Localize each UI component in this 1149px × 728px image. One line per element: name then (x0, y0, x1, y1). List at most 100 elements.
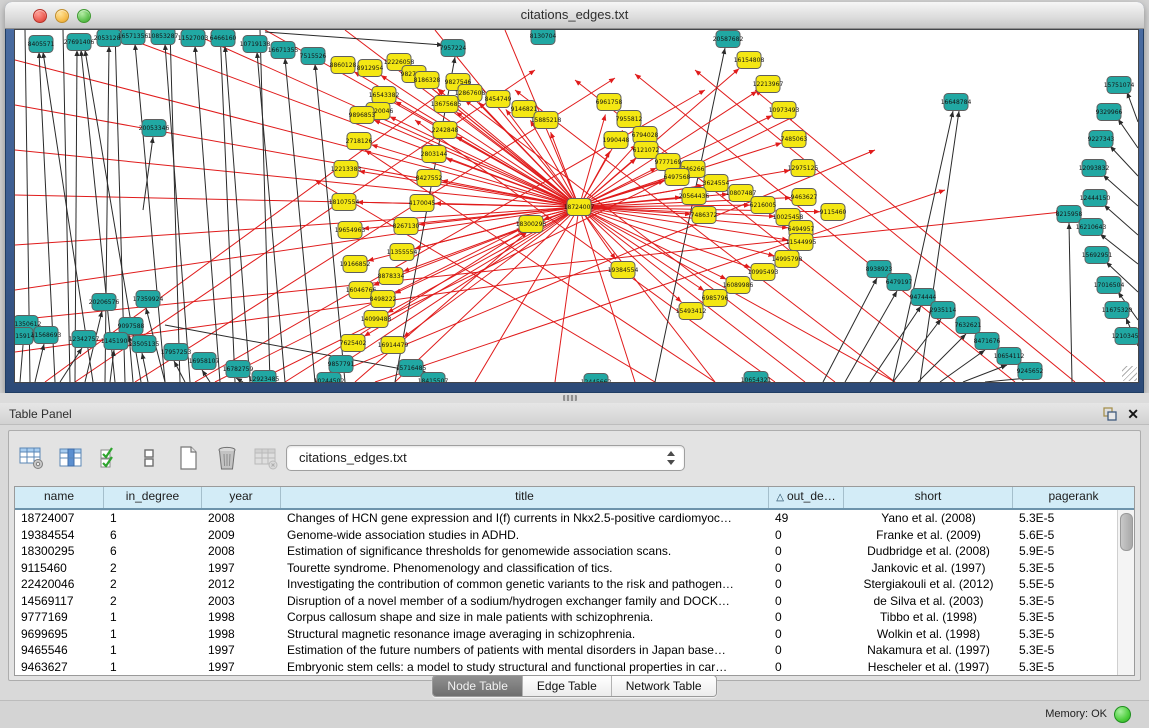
cell[interactable]: Yano et al. (2008) (844, 510, 1013, 527)
cell[interactable]: Tibbo et al. (1998) (844, 609, 1013, 626)
column-header-short[interactable]: short (844, 487, 1013, 508)
cell[interactable]: 6 (104, 527, 202, 544)
cell[interactable]: Franke et al. (2009) (844, 527, 1013, 544)
table-column-button[interactable] (56, 443, 86, 473)
cell[interactable]: 2008 (202, 510, 281, 527)
tab-edge-table[interactable]: Edge Table (523, 676, 612, 696)
column-header-pagerank[interactable]: pagerank (1013, 487, 1134, 508)
graph-node-paper[interactable]: 3624554 (703, 175, 730, 192)
graph-node-cited[interactable]: 10853287 (148, 30, 179, 45)
graph-node-paper[interactable]: 18300295 (516, 216, 547, 233)
table-row[interactable]: 1456911722003Disruption of a novel membe… (15, 593, 1118, 610)
graph-node-cited[interactable]: 16958107 (189, 353, 220, 370)
cell[interactable]: 0 (769, 560, 844, 577)
cell[interactable]: Estimation of significance thresholds fo… (281, 543, 769, 560)
graph-node-paper[interactable]: 10995493 (748, 264, 779, 281)
graph-node-paper[interactable]: 9115460 (820, 204, 847, 221)
graph-node-paper[interactable]: 16154808 (734, 52, 765, 69)
graph-node-paper[interactable]: 11355554 (387, 244, 418, 261)
network-window[interactable]: citations_edges.txt 18724007886012889129… (5, 2, 1144, 393)
graph-node-cited[interactable]: 13505135 (129, 336, 160, 353)
graph-node-paper[interactable]: 6985796 (702, 290, 729, 307)
table-row[interactable]: 2242004622012Investigating the contribut… (15, 576, 1118, 593)
graph-node-cited[interactable]: 8471676 (974, 333, 1001, 350)
cell[interactable]: 5.3E-5 (1013, 593, 1118, 610)
cell[interactable]: 0 (769, 527, 844, 544)
cell[interactable]: 1998 (202, 609, 281, 626)
cell[interactable]: 2 (104, 593, 202, 610)
table-row[interactable]: 1938455462009Genome-wide association stu… (15, 527, 1118, 544)
graph-node-cited[interactable]: 15751074 (1104, 77, 1135, 94)
cell[interactable]: Hescheler et al. (1997) (844, 659, 1013, 676)
cell[interactable]: 2008 (202, 543, 281, 560)
rows-button[interactable] (134, 443, 164, 473)
cell[interactable]: 0 (769, 642, 844, 659)
panel-splitter[interactable] (0, 393, 1149, 403)
graph-node-paper[interactable]: 19654963 (335, 222, 366, 239)
column-header-in_degree[interactable]: in_degree (104, 487, 202, 508)
graph-node-paper[interactable]: 12975125 (788, 160, 819, 177)
tab-network-table[interactable]: Network Table (612, 676, 716, 696)
graph-node-paper[interactable]: 20564436 (679, 188, 710, 205)
graph-node-cited[interactable]: 2935114 (930, 302, 957, 319)
graph-node-cited[interactable]: 6479197 (886, 274, 913, 291)
graph-node-cited[interactable]: 20053346 (139, 120, 170, 137)
cell[interactable]: Jankovic et al. (1997) (844, 560, 1013, 577)
graph-node-cited[interactable]: 8130704 (530, 30, 557, 45)
graph-node-paper[interactable]: 19384554 (608, 262, 639, 279)
cell[interactable]: Estimation of the future numbers of pati… (281, 642, 769, 659)
graph-node-paper[interactable]: 19166852 (340, 256, 371, 273)
cell[interactable]: Embryonic stem cells: a model to study s… (281, 659, 769, 676)
graph-node-cited[interactable]: 27691406 (64, 34, 95, 51)
graph-node-paper[interactable]: 8186328 (414, 72, 441, 89)
graph-node-cited[interactable]: 11527003 (178, 30, 209, 47)
graph-node-paper[interactable]: 13675685 (431, 96, 462, 113)
graph-node-paper[interactable]: 8454749 (485, 91, 512, 108)
cell[interactable]: Disruption of a novel member of a sodium… (281, 593, 769, 610)
graph-node-paper[interactable]: 6121072 (633, 142, 660, 159)
cell[interactable]: 2009 (202, 527, 281, 544)
cell[interactable]: Genome-wide association studies in ADHD. (281, 527, 769, 544)
graph-node-paper[interactable]: 7955812 (616, 111, 643, 128)
graph-node-paper[interactable]: 15885218 (531, 112, 562, 129)
network-window-titlebar[interactable]: citations_edges.txt (5, 2, 1144, 29)
graph-node-paper[interactable]: 1990448 (603, 132, 630, 149)
graph-node-cited[interactable]: 6466160 (210, 30, 237, 47)
column-header-name[interactable]: name (15, 487, 104, 508)
graph-node-cited[interactable]: 16648784 (941, 94, 972, 111)
cell[interactable]: Dudbridge et al. (2008) (844, 543, 1013, 560)
graph-node-paper[interactable]: 7486372 (691, 207, 718, 224)
graph-node-paper[interactable]: 6497568 (664, 169, 691, 186)
cell[interactable]: 0 (769, 626, 844, 643)
cell[interactable]: Investigating the contribution of common… (281, 576, 769, 593)
cell[interactable]: 5.9E-5 (1013, 543, 1118, 560)
cell[interactable]: 1997 (202, 560, 281, 577)
cell[interactable]: Wolkin et al. (1998) (844, 626, 1013, 643)
graph-node-cited[interactable]: 12342757 (69, 331, 100, 348)
graph-node-paper[interactable]: 8427552 (416, 170, 443, 187)
graph-node-paper[interactable]: 16914479 (378, 337, 409, 354)
tab-node-table[interactable]: Node Table (433, 676, 523, 696)
network-canvas[interactable]: 1872400788601288912954122260589827508818… (14, 29, 1139, 383)
table-row[interactable]: 1872400712008Changes of HCN gene express… (15, 510, 1118, 527)
cell[interactable]: 9463627 (15, 659, 104, 676)
graph-node-cited[interactable]: 9329966 (1096, 104, 1123, 121)
graph-node-cited[interactable]: 20587682 (713, 31, 744, 48)
graph-node-cited[interactable]: 7957224 (440, 40, 467, 57)
graph-node-paper[interactable]: 2803144 (421, 146, 448, 163)
cell[interactable]: 18300295 (15, 543, 104, 560)
graph-node-paper[interactable]: 4170045 (409, 195, 436, 212)
cell[interactable]: Corpus callosum shape and size in male p… (281, 609, 769, 626)
delete-button[interactable] (212, 443, 242, 473)
graph-node-paper[interactable]: 12213383 (331, 161, 362, 178)
graph-node-paper[interactable]: 8878334 (378, 268, 405, 285)
cell[interactable]: 2 (104, 560, 202, 577)
table-select-dropdown[interactable]: citations_edges.txt (286, 445, 685, 471)
table-row[interactable]: 946362711997Embryonic stem cells: a mode… (15, 659, 1118, 676)
column-header-year[interactable]: year (202, 487, 281, 508)
graph-node-cited[interactable]: 17359924 (133, 291, 164, 308)
cell[interactable]: 5.5E-5 (1013, 576, 1118, 593)
cell[interactable]: 0 (769, 593, 844, 610)
cell[interactable]: 1 (104, 626, 202, 643)
cell[interactable]: Structural magnetic resonance image aver… (281, 626, 769, 643)
